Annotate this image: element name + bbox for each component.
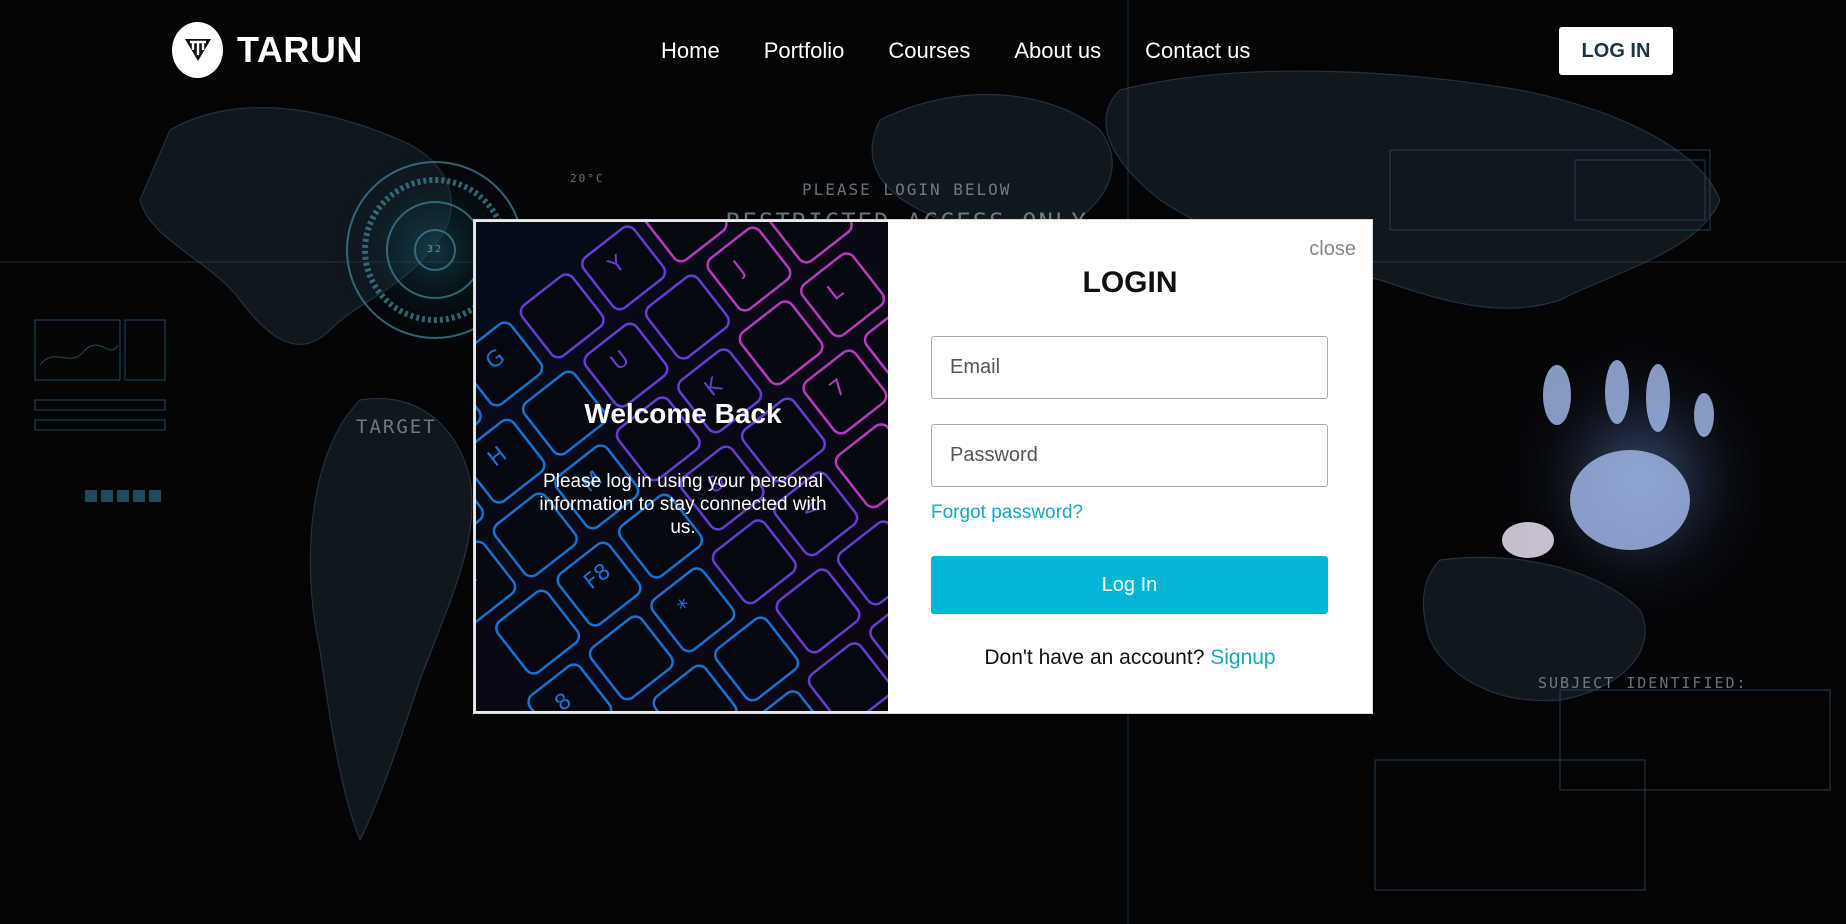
keyboard-illustration: TGYBHUJNMKLF8&78*<, [476, 222, 888, 711]
target-text: TARGET [356, 416, 437, 438]
close-button[interactable]: close [1309, 238, 1356, 261]
main-nav: Home Portfolio Courses About us Contact … [661, 38, 1294, 64]
nav-courses[interactable]: Courses [888, 38, 970, 64]
site-header: TARUN Home Portfolio Courses About us Co… [0, 0, 1846, 100]
subject-identified-text: SUBJECT IDENTIFIED: [1538, 674, 1748, 692]
logo-mark-icon [172, 22, 223, 78]
dial-readout: 32 [427, 244, 444, 255]
login-modal: TGYBHUJNMKLF8&78*<, Welcome Back Please … [473, 219, 1373, 714]
welcome-text: Please log in using your personal inform… [539, 471, 827, 538]
nav-contact-us[interactable]: Contact us [1145, 38, 1250, 64]
password-field[interactable] [931, 424, 1328, 487]
brand-name: TARUN [237, 29, 363, 70]
login-form-panel: close LOGIN Forgot password? Log In Don'… [888, 220, 1372, 713]
signup-link[interactable]: Signup [1210, 646, 1275, 669]
login-title: LOGIN [1082, 266, 1178, 299]
nav-about-us[interactable]: About us [1014, 38, 1101, 64]
signup-row: Don't have an account? Signup [888, 646, 1372, 670]
nav-portfolio[interactable]: Portfolio [764, 38, 845, 64]
header-login-button[interactable]: LOG IN [1559, 27, 1673, 75]
brand-logo[interactable]: TARUN [172, 22, 363, 78]
login-submit-button[interactable]: Log In [931, 556, 1328, 614]
nav-home[interactable]: Home [661, 38, 720, 64]
email-field[interactable] [931, 336, 1328, 399]
welcome-title: Welcome Back [584, 398, 782, 429]
keyboard-image-panel: TGYBHUJNMKLF8&78*<, Welcome Back Please … [474, 220, 888, 713]
forgot-password-link[interactable]: Forgot password? [931, 502, 1083, 524]
temp-readout: 20°C [570, 172, 605, 185]
signup-prompt: Don't have an account? [984, 646, 1205, 669]
please-login-text: PLEASE LOGIN BELOW [802, 180, 1012, 199]
